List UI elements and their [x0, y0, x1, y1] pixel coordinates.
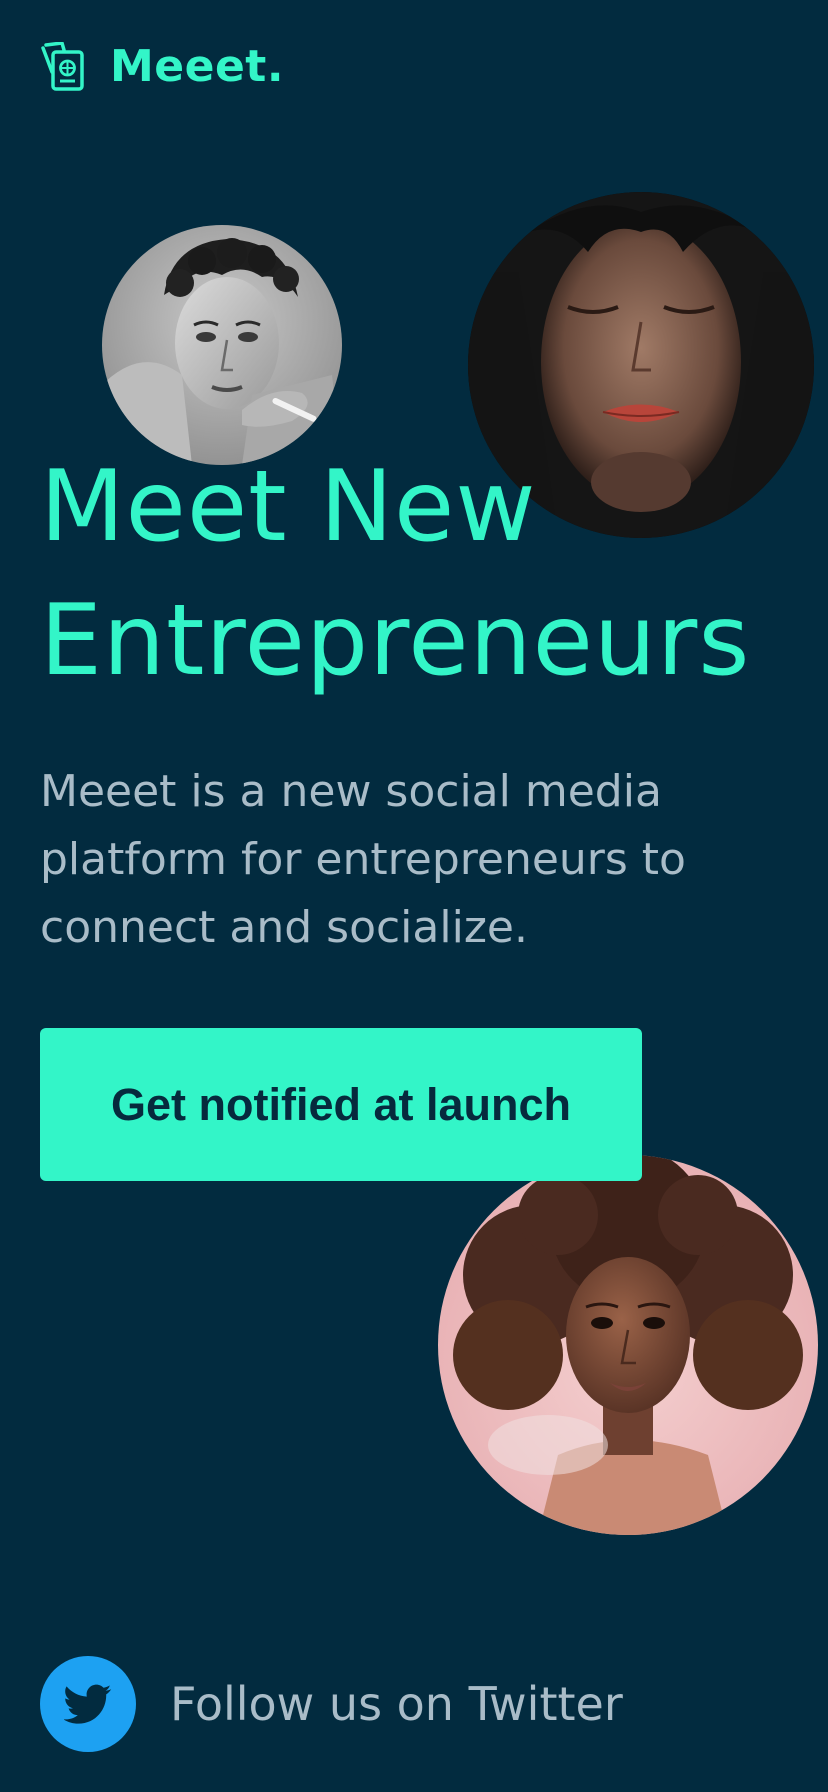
- twitter-follow-label: Follow us on Twitter: [170, 1677, 623, 1731]
- brand-name: Meeet.: [110, 41, 285, 92]
- passport-icon: [41, 42, 84, 91]
- twitter-icon-badge: [40, 1656, 136, 1752]
- brand-logo[interactable]: Meeet.: [40, 42, 284, 92]
- avatar-entrepreneur-man: [102, 225, 342, 465]
- hero-headline-line-2: Entrepreneurs: [40, 584, 751, 698]
- hero-headline-line-1: Meet New: [40, 450, 537, 564]
- get-notified-button[interactable]: Get notified at launch: [40, 1028, 642, 1181]
- hero-headline: Meet New Entrepreneurs: [40, 440, 750, 708]
- twitter-bird-icon: [64, 1684, 112, 1724]
- avatar-entrepreneur-woman-curly-hair: [438, 1155, 818, 1535]
- twitter-follow-link[interactable]: Follow us on Twitter: [40, 1656, 623, 1752]
- hero-description: Meeet is a new social media platform for…: [40, 766, 686, 953]
